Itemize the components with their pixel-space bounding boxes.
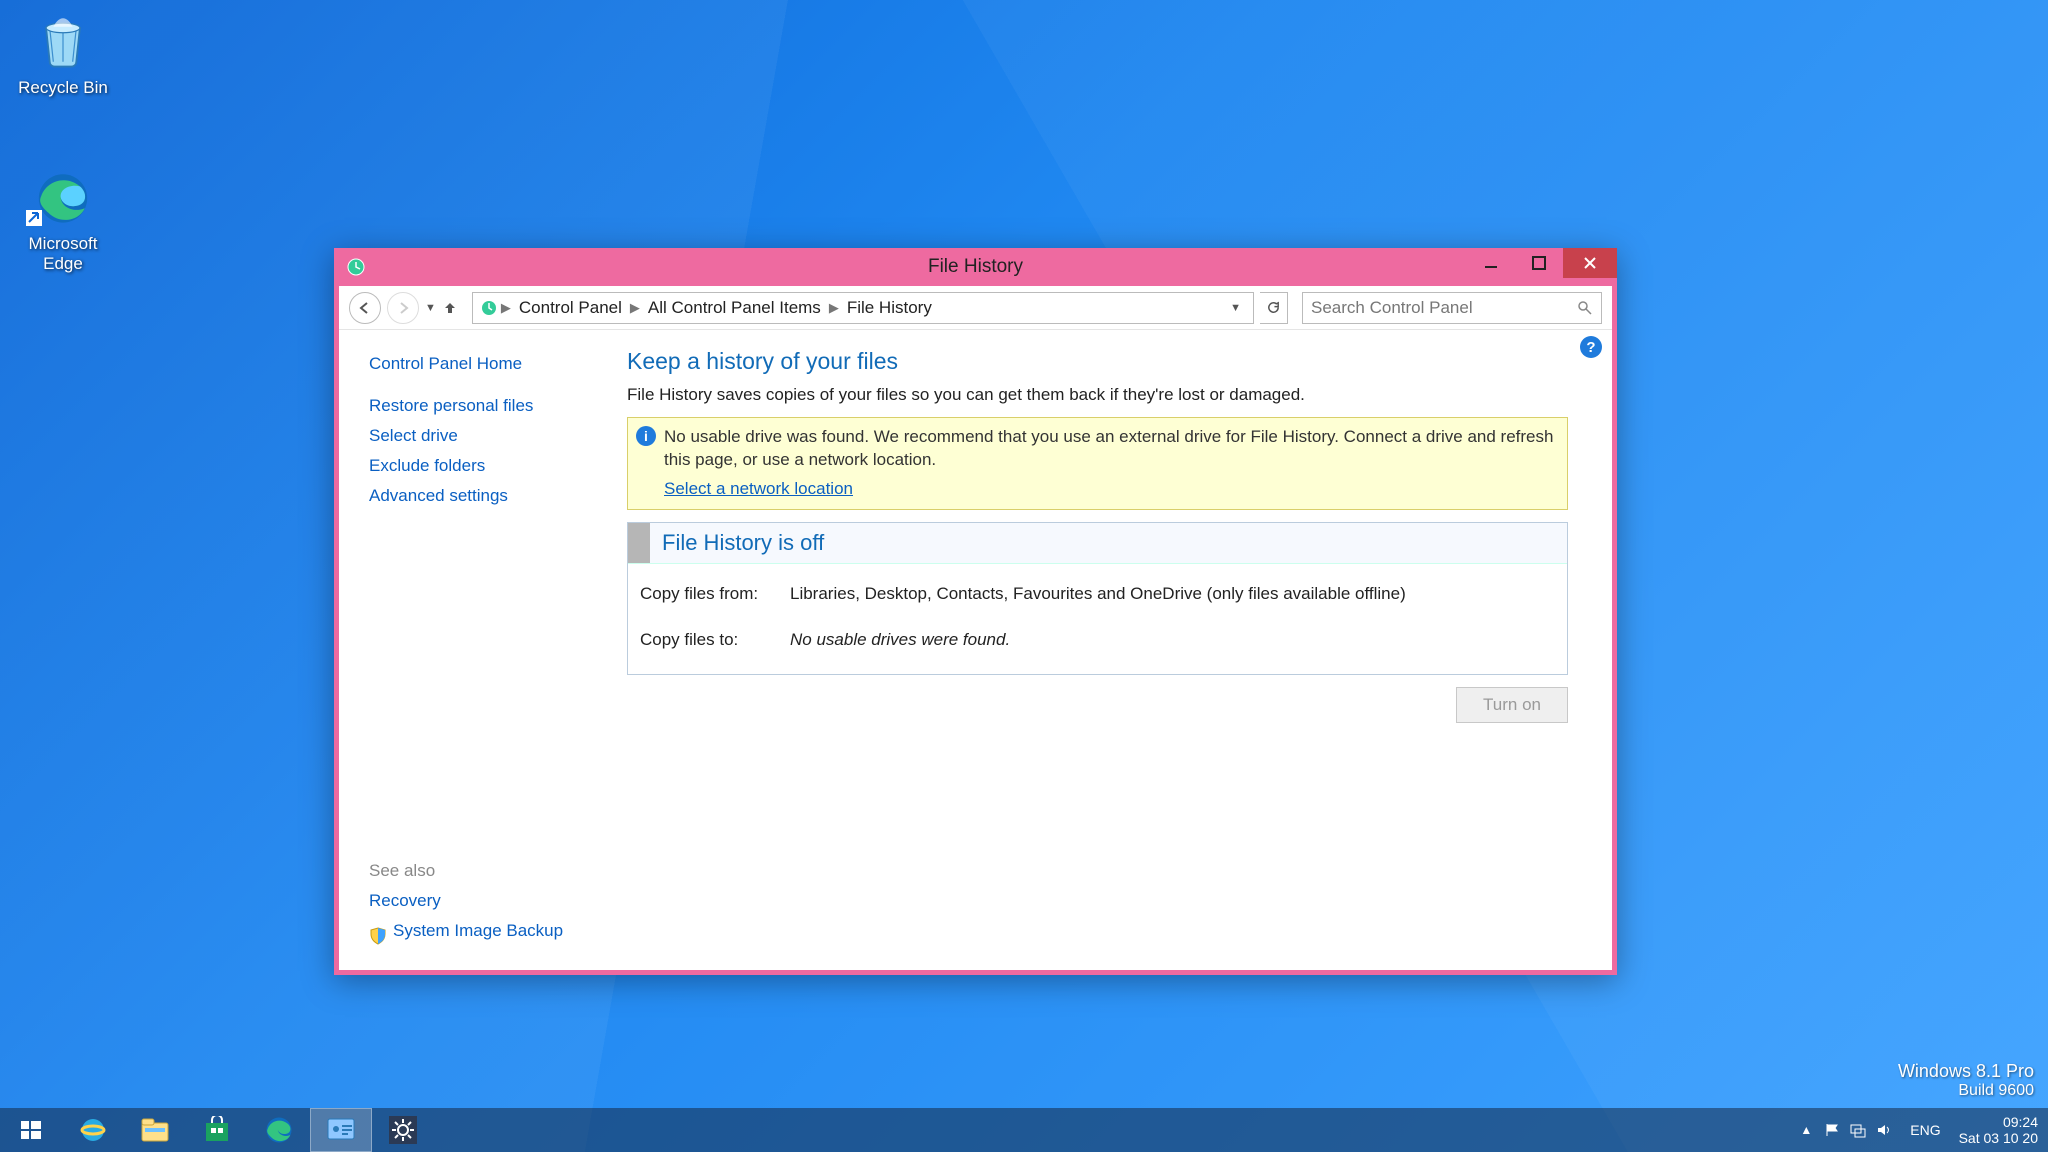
tray-network-icon[interactable] bbox=[1850, 1122, 1866, 1138]
windows-watermark: Windows 8.1 Pro Build 9600 bbox=[1898, 1061, 2034, 1100]
watermark-line1: Windows 8.1 Pro bbox=[1898, 1061, 2034, 1082]
nav-back-button[interactable] bbox=[349, 292, 381, 324]
watermark-line2: Build 9600 bbox=[1898, 1082, 2034, 1100]
sidebar-link-exclude-folders[interactable]: Exclude folders bbox=[369, 456, 617, 476]
sidebar-link-recovery[interactable]: Recovery bbox=[369, 891, 617, 911]
address-dropdown[interactable]: ▼ bbox=[1224, 302, 1247, 314]
breadcrumb-item[interactable]: Control Panel bbox=[513, 298, 628, 318]
taskbar-settings-icon[interactable] bbox=[372, 1108, 434, 1152]
sidebar-link-system-image-backup[interactable]: System Image Backup bbox=[393, 921, 563, 941]
tray-date: Sat 03 10 20 bbox=[1959, 1130, 2038, 1146]
window-title: File History bbox=[334, 256, 1617, 278]
sidebar-link-restore[interactable]: Restore personal files bbox=[369, 396, 617, 416]
tray-language[interactable]: ENG bbox=[1904, 1120, 1946, 1140]
chevron-right-icon: ▶ bbox=[628, 300, 642, 316]
search-input[interactable]: Search Control Panel bbox=[1302, 292, 1602, 324]
info-notice: i No usable drive was found. We recommen… bbox=[627, 417, 1568, 510]
info-icon: i bbox=[636, 426, 656, 446]
breadcrumb-item[interactable]: All Control Panel Items bbox=[642, 298, 827, 318]
taskbar-control-panel-icon[interactable] bbox=[310, 1108, 372, 1152]
tray-time: 09:24 bbox=[1959, 1114, 2038, 1130]
breadcrumb-item[interactable]: File History bbox=[841, 298, 938, 318]
page-heading: Keep a history of your files bbox=[627, 348, 1568, 375]
tray-flag-icon[interactable] bbox=[1824, 1122, 1840, 1138]
taskbar-explorer-icon[interactable] bbox=[124, 1108, 186, 1152]
sidebar-control-panel-home[interactable]: Control Panel Home bbox=[369, 354, 617, 374]
address-icon bbox=[479, 298, 499, 318]
refresh-button[interactable] bbox=[1260, 292, 1288, 324]
start-button[interactable] bbox=[0, 1108, 62, 1152]
desktop-icon-label: Microsoft Edge bbox=[8, 234, 118, 274]
desktop-icon-edge[interactable]: Microsoft Edge bbox=[8, 164, 118, 274]
status-box: File History is off Copy files from: Lib… bbox=[627, 522, 1568, 675]
notice-text: No usable drive was found. We recommend … bbox=[664, 427, 1553, 469]
nav-history-dropdown[interactable]: ▼ bbox=[425, 302, 436, 314]
nav-forward-button[interactable] bbox=[387, 292, 419, 324]
edge-icon bbox=[31, 164, 95, 228]
nav-up-button[interactable] bbox=[442, 300, 466, 316]
status-indicator-icon bbox=[628, 523, 650, 563]
titlebar[interactable]: File History bbox=[334, 248, 1617, 286]
recycle-bin-icon bbox=[31, 8, 95, 72]
tray-clock[interactable]: 09:24 Sat 03 10 20 bbox=[1959, 1114, 2038, 1146]
tray-chevron-icon[interactable]: ▲ bbox=[1800, 1123, 1812, 1137]
main-content: ? Keep a history of your files File Hist… bbox=[627, 330, 1612, 965]
chevron-right-icon: ▶ bbox=[499, 300, 513, 316]
taskbar-edge-icon[interactable] bbox=[248, 1108, 310, 1152]
taskbar-store-icon[interactable] bbox=[186, 1108, 248, 1152]
tray-volume-icon[interactable] bbox=[1876, 1122, 1892, 1138]
desktop-icon-label: Recycle Bin bbox=[8, 78, 118, 98]
copy-to-value: No usable drives were found. bbox=[790, 630, 1010, 650]
see-also-heading: See also bbox=[369, 861, 617, 881]
sidebar-link-advanced-settings[interactable]: Advanced settings bbox=[369, 486, 617, 506]
address-bar[interactable]: ▶ Control Panel ▶ All Control Panel Item… bbox=[472, 292, 1254, 324]
taskbar: ▲ ENG 09:24 Sat 03 10 20 bbox=[0, 1108, 2048, 1152]
chevron-right-icon: ▶ bbox=[827, 300, 841, 316]
copy-from-label: Copy files from: bbox=[640, 584, 790, 604]
copy-to-label: Copy files to: bbox=[640, 630, 790, 650]
search-icon bbox=[1577, 300, 1593, 316]
search-placeholder: Search Control Panel bbox=[1311, 298, 1577, 318]
copy-from-value: Libraries, Desktop, Contacts, Favourites… bbox=[790, 584, 1406, 604]
file-history-window: File History ▼ ▶ Co bbox=[334, 248, 1617, 975]
taskbar-ie-icon[interactable] bbox=[62, 1108, 124, 1152]
sidebar-link-select-drive[interactable]: Select drive bbox=[369, 426, 617, 446]
notice-link-network-location[interactable]: Select a network location bbox=[664, 478, 853, 501]
desktop-icon-recycle-bin[interactable]: Recycle Bin bbox=[8, 8, 118, 98]
page-description: File History saves copies of your files … bbox=[627, 385, 1568, 405]
sidebar: Control Panel Home Restore personal file… bbox=[339, 330, 627, 965]
help-icon[interactable]: ? bbox=[1580, 336, 1602, 358]
turn-on-button[interactable]: Turn on bbox=[1456, 687, 1568, 723]
toolbar: ▼ ▶ Control Panel ▶ All Control Panel It… bbox=[339, 286, 1612, 330]
system-tray bbox=[1824, 1122, 1892, 1138]
status-title: File History is off bbox=[650, 524, 836, 562]
shield-icon bbox=[369, 927, 387, 945]
